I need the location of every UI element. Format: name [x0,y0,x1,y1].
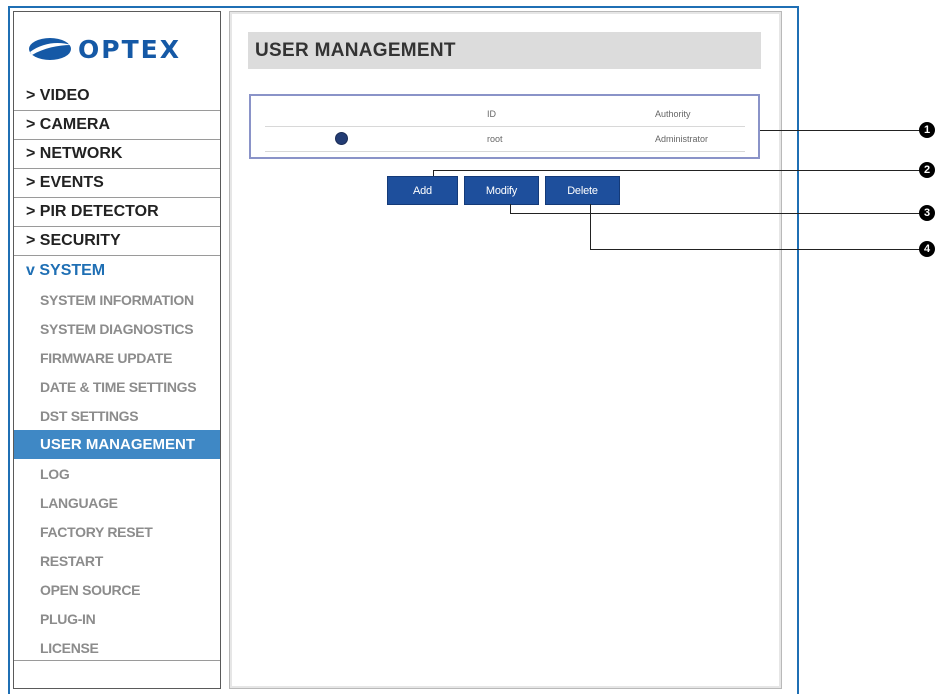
sidebar-item-camera[interactable]: > CAMERA [14,111,220,140]
optex-swoosh-logo-icon [29,38,71,60]
delete-button[interactable]: Delete [545,176,620,205]
optex-logo: OPTEX [28,32,181,66]
cell-user-id: root [487,134,503,144]
sidebar-subitem-language[interactable]: LANGUAGE [14,488,220,517]
modify-button[interactable]: Modify [464,176,539,205]
sidebar-subitem-restart[interactable]: RESTART [14,546,220,575]
sidebar-subitem-license[interactable]: LICENSE [14,633,220,662]
callout-line-3-drop [510,204,511,213]
callout-badge-1: 1 [919,122,935,138]
callout-badge-2: 2 [919,162,935,178]
callout-line-2-drop [433,170,434,176]
column-header-id: ID [487,109,496,119]
sidebar-item-pir-detector[interactable]: > PIR DETECTOR [14,198,220,227]
sidebar-subitem-system-information[interactable]: SYSTEM INFORMATION [14,285,220,314]
table-header-row: ID Authority [265,104,745,127]
row-select-radio[interactable] [335,132,348,145]
column-header-authority: Authority [655,109,691,119]
add-button[interactable]: Add [387,176,458,205]
callout-line-3 [510,213,920,214]
sidebar-item-network[interactable]: > NETWORK [14,140,220,169]
brand-name: OPTEX [78,34,181,64]
sidebar-subitem-dst-settings[interactable]: DST SETTINGS [14,401,220,430]
user-table: ID Authority root Administrator [249,94,760,159]
callout-badge-3: 3 [919,205,935,221]
main-content: USER MANAGEMENT ID Authority root Admini… [229,11,782,689]
callout-line-4 [590,249,920,250]
sidebar-subitem-user-management[interactable]: USER MANAGEMENT [14,430,220,459]
sidebar-item-events[interactable]: > EVENTS [14,169,220,198]
sidebar-item-system[interactable]: v SYSTEM [14,256,220,285]
sidebar: OPTEX > VIDEO > CAMERA > NETWORK > EVENT… [13,11,221,689]
page-title: USER MANAGEMENT [248,32,761,69]
sidebar-subitem-system-diagnostics[interactable]: SYSTEM DIAGNOSTICS [14,314,220,343]
sidebar-subitem-plug-in[interactable]: PLUG-IN [14,604,220,633]
sidebar-subitem-factory-reset[interactable]: FACTORY RESET [14,517,220,546]
sidebar-subitem-log[interactable]: LOG [14,459,220,488]
callout-line-4-drop [590,204,591,249]
sidebar-subitem-firmware-update[interactable]: FIRMWARE UPDATE [14,343,220,372]
sidebar-item-security[interactable]: > SECURITY [14,227,220,256]
callout-line-2 [433,170,920,171]
callout-badge-4: 4 [919,241,935,257]
callout-line-1 [760,130,920,131]
sidebar-divider [14,660,220,661]
cell-user-authority: Administrator [655,134,709,144]
sidebar-subitem-open-source[interactable]: OPEN SOURCE [14,575,220,604]
sidebar-menu: > VIDEO > CAMERA > NETWORK > EVENTS > PI… [14,82,220,662]
sidebar-item-video[interactable]: > VIDEO [14,82,220,111]
table-row[interactable]: root Administrator [265,129,745,152]
sidebar-subitem-date-time-settings[interactable]: DATE & TIME SETTINGS [14,372,220,401]
